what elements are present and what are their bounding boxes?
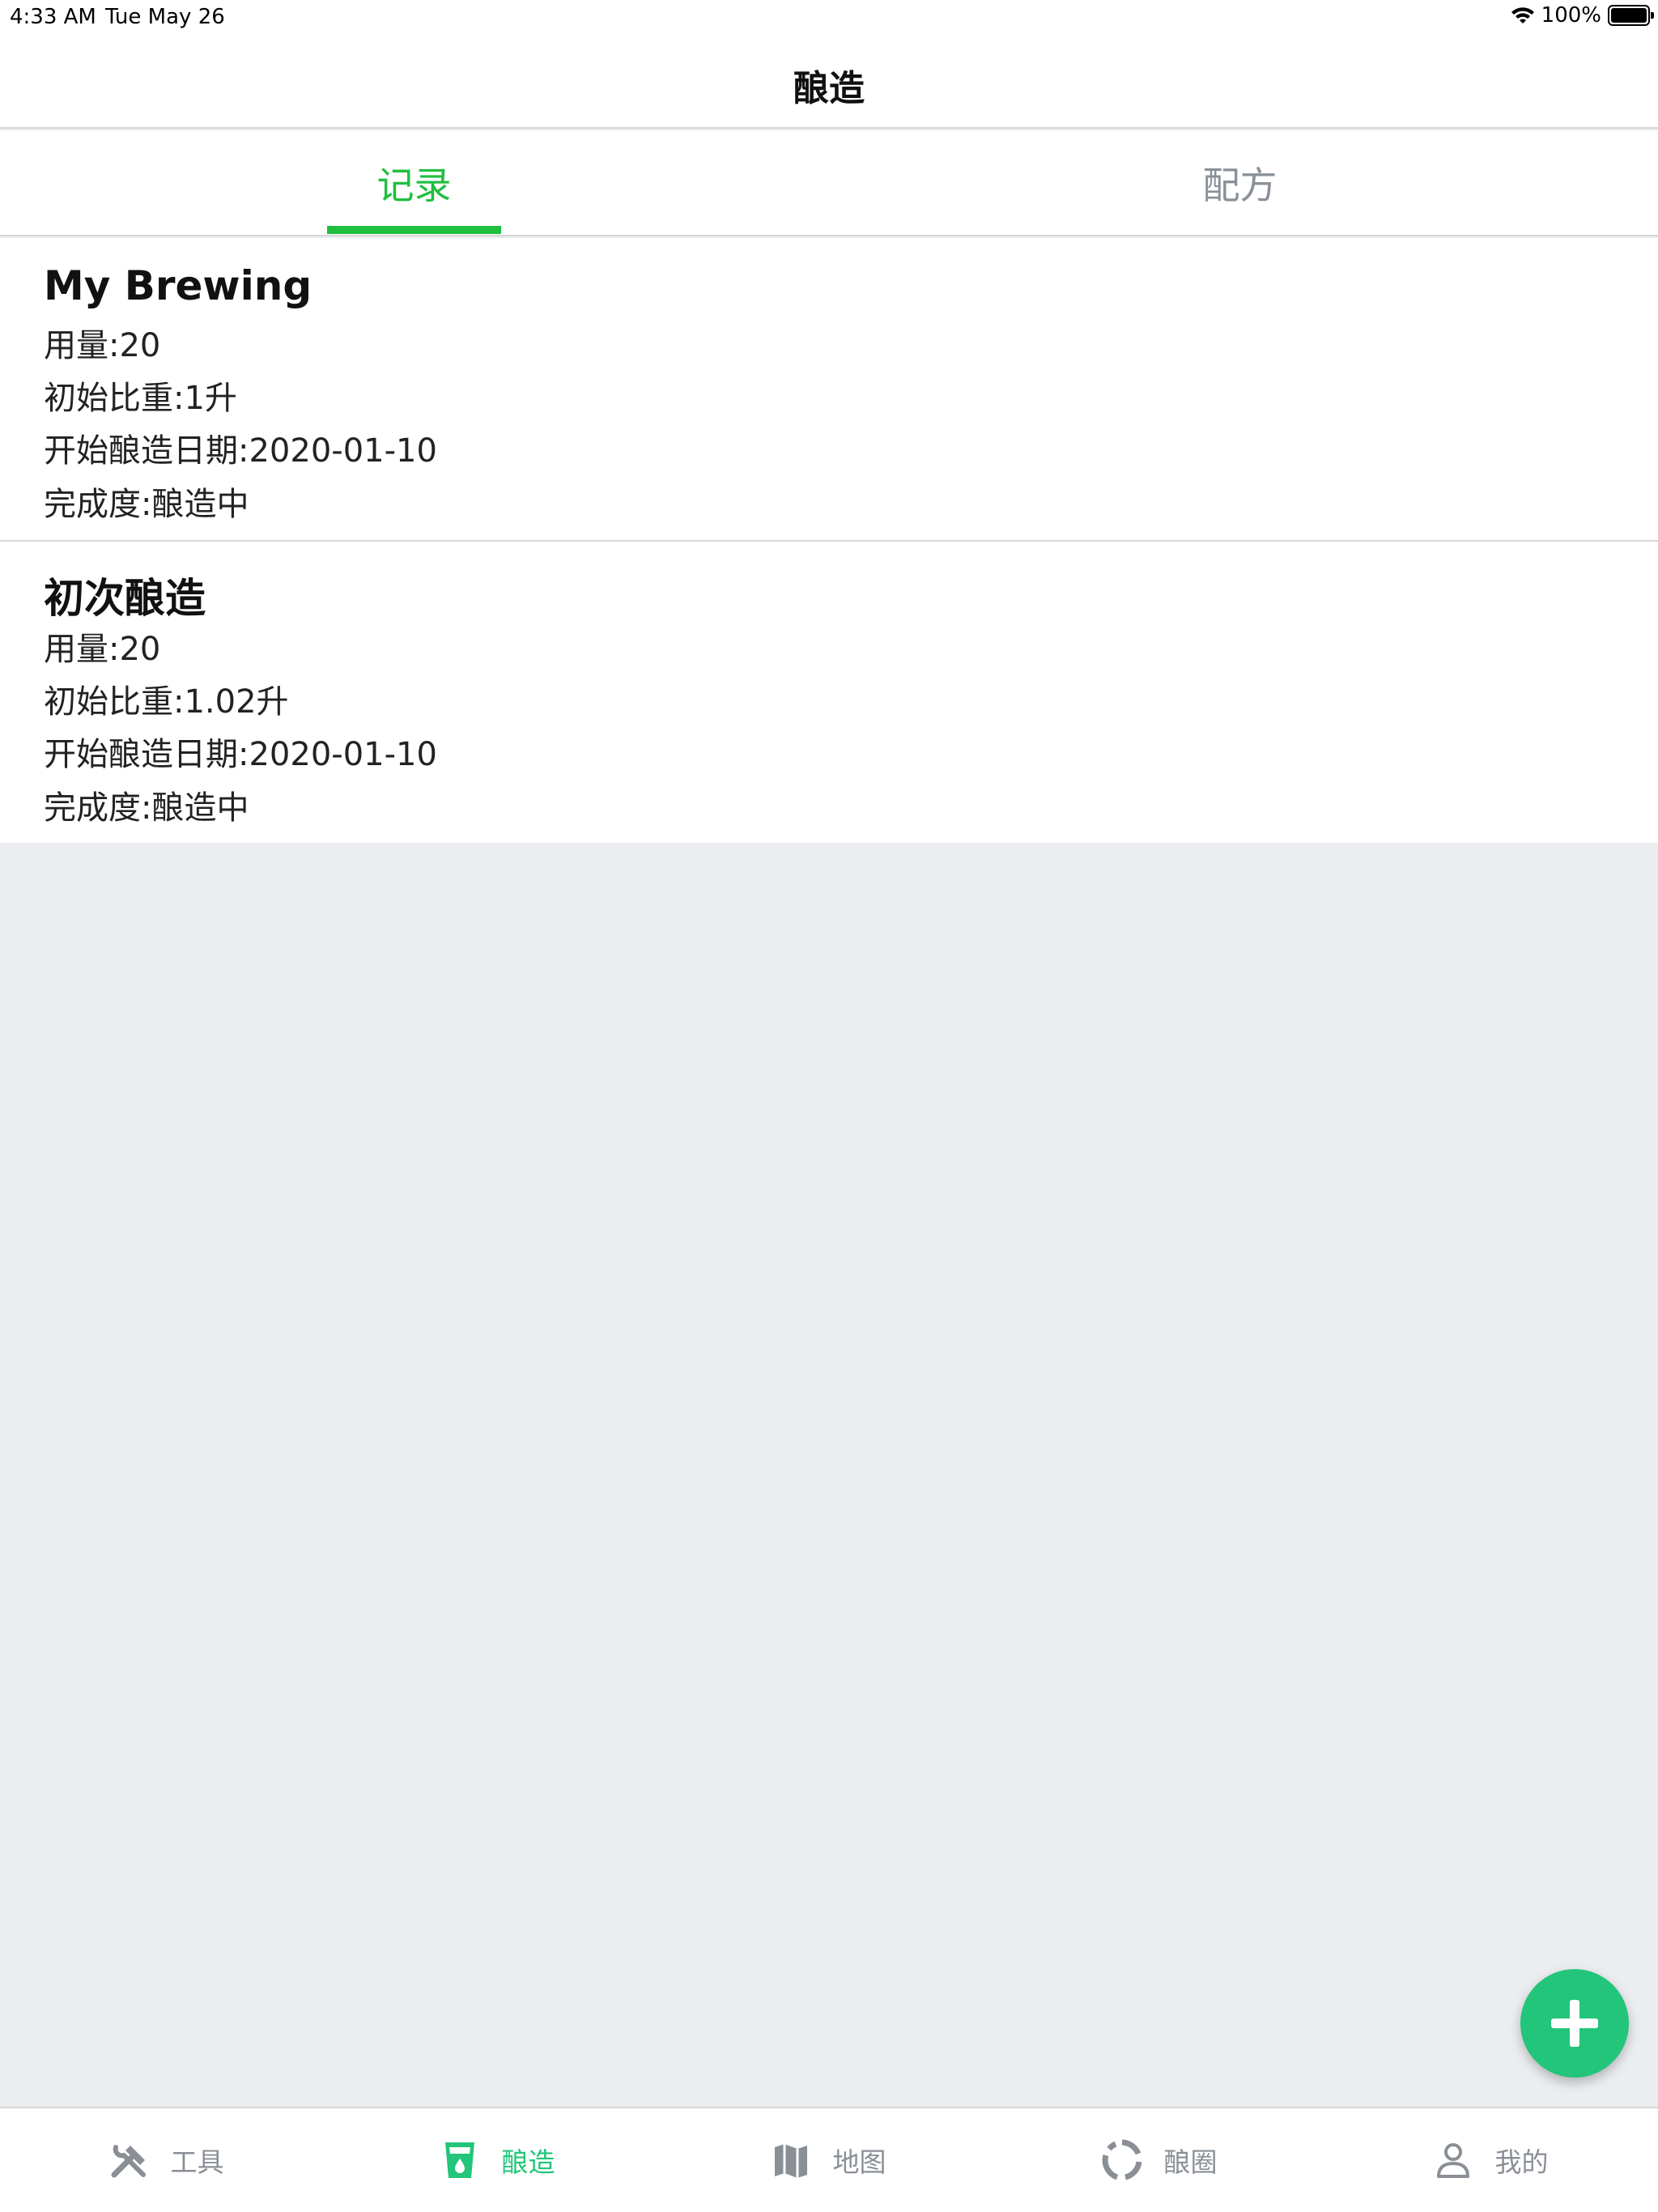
record-progress: 完成度:酿造中	[44, 789, 249, 827]
brew-record-card[interactable]: My Brewing 用量:20 初始比重:1升 开始酿造日期:2020-01-…	[0, 238, 1658, 540]
record-amount: 用量:20	[44, 327, 161, 364]
person-icon	[1436, 2143, 1469, 2178]
tabbar-item-profile[interactable]: 我的	[1324, 2108, 1656, 2212]
segment-tabs: 记录 配方	[0, 130, 1658, 236]
tabbar-label-brew: 酿造	[501, 2146, 555, 2178]
record-gravity: 初始比重:1.02升	[44, 683, 289, 721]
tabbar-item-map[interactable]: 地图	[662, 2108, 993, 2212]
tabbar-label-circle: 酿圈	[1163, 2146, 1218, 2178]
record-progress: 完成度:酿造中	[44, 486, 249, 523]
brew-cup-icon	[444, 2142, 474, 2178]
tabbar-label-tools: 工具	[170, 2146, 224, 2178]
record-amount: 用量:20	[44, 631, 161, 668]
circle-icon	[1102, 2139, 1141, 2180]
navigation-bar: 酿造	[0, 42, 1658, 129]
record-name: My Brewing	[44, 262, 312, 309]
map-icon	[774, 2144, 807, 2178]
tools-icon	[111, 2145, 146, 2178]
active-tab-indicator	[327, 226, 501, 234]
tabbar-label-map: 地图	[832, 2146, 886, 2178]
tab-records[interactable]: 记录	[327, 130, 501, 235]
add-record-button[interactable]	[1520, 1969, 1629, 2078]
plus-icon	[1551, 2000, 1598, 2047]
status-date: Tue May 26	[105, 5, 225, 29]
tabbar-item-brew[interactable]: 酿造	[331, 2108, 662, 2212]
status-right: 100%	[1511, 3, 1654, 28]
brew-record-card[interactable]: 初次酿造 用量:20 初始比重:1.02升 开始酿造日期:2020-01-10 …	[0, 540, 1658, 843]
record-gravity: 初始比重:1升	[44, 380, 237, 417]
record-start-date: 开始酿造日期:2020-01-10	[44, 736, 437, 773]
tabbar-item-circle[interactable]: 酿圈	[993, 2108, 1324, 2212]
record-name: 初次酿造	[44, 575, 206, 622]
tabbar-item-tools[interactable]: 工具	[0, 2108, 331, 2212]
page-title: 酿造	[793, 67, 865, 109]
tabbar-label-profile: 我的	[1494, 2146, 1549, 2178]
record-start-date: 开始酿造日期:2020-01-10	[44, 432, 437, 470]
tab-recipes[interactable]: 配方	[1153, 130, 1327, 235]
bottom-tab-bar: 工具 酿造 地图 酿圈 我的	[0, 2107, 1658, 2212]
status-time: 4:33 AM	[10, 5, 96, 29]
battery-icon	[1608, 5, 1654, 26]
brew-record-list: My Brewing 用量:20 初始比重:1升 开始酿造日期:2020-01-…	[0, 238, 1658, 843]
wifi-icon	[1511, 7, 1534, 23]
status-bar: 4:33 AM Tue May 26 100%	[0, 0, 1658, 42]
battery-percent: 100%	[1541, 3, 1601, 28]
